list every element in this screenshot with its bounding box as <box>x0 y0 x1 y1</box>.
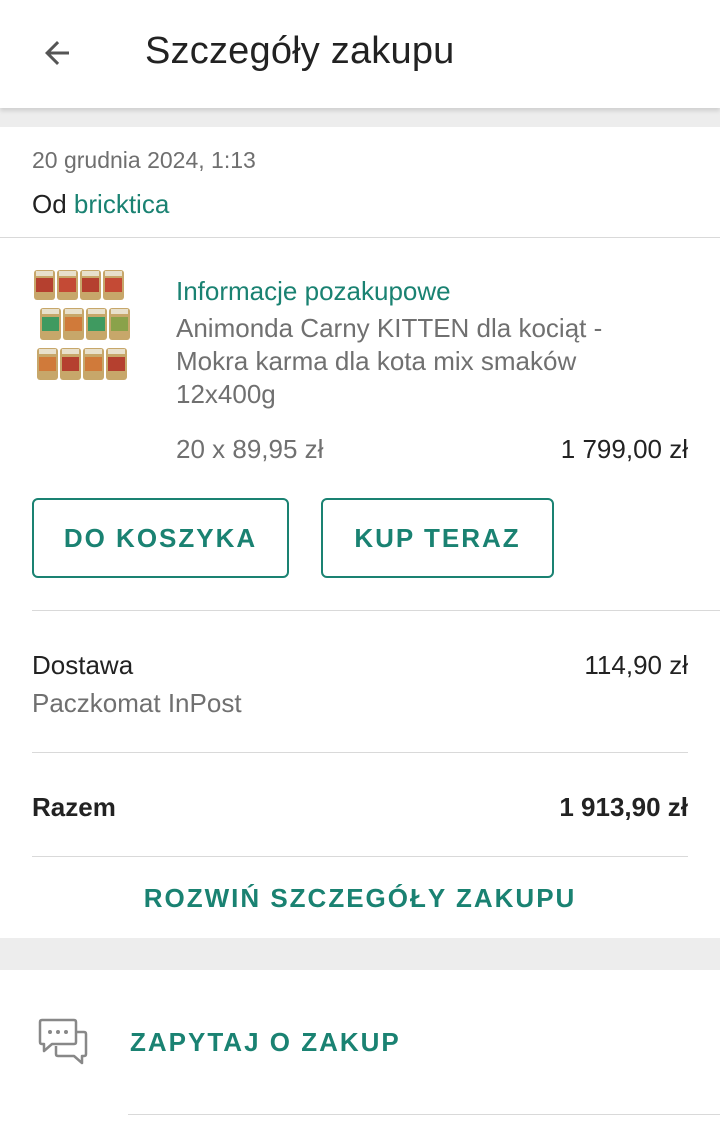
divider <box>32 752 688 753</box>
page-title: Szczegóły zakupu <box>145 30 455 72</box>
cans-row-1 <box>34 270 124 300</box>
cans-row-2 <box>40 308 130 340</box>
divider <box>128 1114 720 1115</box>
product-title[interactable]: Animonda Carny KITTEN dla kociąt - Mokra… <box>176 312 646 411</box>
quantity-price: 20 x 89,95 zł <box>176 434 324 464</box>
expand-details-button[interactable]: ROZWIŃ SZCZEGÓŁY ZAKUPU <box>0 883 720 914</box>
post-purchase-info-link[interactable]: Informacje pozakupowe <box>176 276 451 307</box>
section-gap <box>0 938 720 970</box>
divider <box>32 610 720 611</box>
section-gap <box>0 108 720 127</box>
delivery-method: Paczkomat InPost <box>32 688 242 718</box>
ask-about-purchase-row[interactable]: ZAPYTAJ O ZAKUP <box>0 1000 720 1090</box>
total-label: Razem <box>32 792 116 822</box>
total-value: 1 913,90 zł <box>559 792 688 822</box>
back-button[interactable] <box>30 26 84 80</box>
delivery-label: Dostawa <box>32 650 134 680</box>
delivery-price: 114,90 zł <box>584 650 688 680</box>
divider <box>32 856 688 857</box>
app-bar: Szczegóły zakupu <box>0 0 720 108</box>
seller-name-link[interactable]: bricktica <box>74 189 169 219</box>
product-thumbnail[interactable] <box>32 268 140 382</box>
seller-prefix: Od <box>32 189 67 219</box>
seller-line: Od bricktica <box>32 189 169 220</box>
cans-row-3 <box>37 348 127 380</box>
purchase-date: 20 grudnia 2024, 1:13 <box>32 147 256 173</box>
buy-now-button[interactable]: KUP TERAZ <box>321 498 554 578</box>
ask-about-purchase-label: ZAPYTAJ O ZAKUP <box>130 1027 401 1057</box>
arrow-left-icon <box>45 41 69 65</box>
divider <box>0 237 720 238</box>
chat-bubbles-icon <box>38 1018 88 1065</box>
add-to-cart-button[interactable]: DO KOSZYKA <box>32 498 289 578</box>
line-total: 1 799,00 zł <box>560 434 688 464</box>
